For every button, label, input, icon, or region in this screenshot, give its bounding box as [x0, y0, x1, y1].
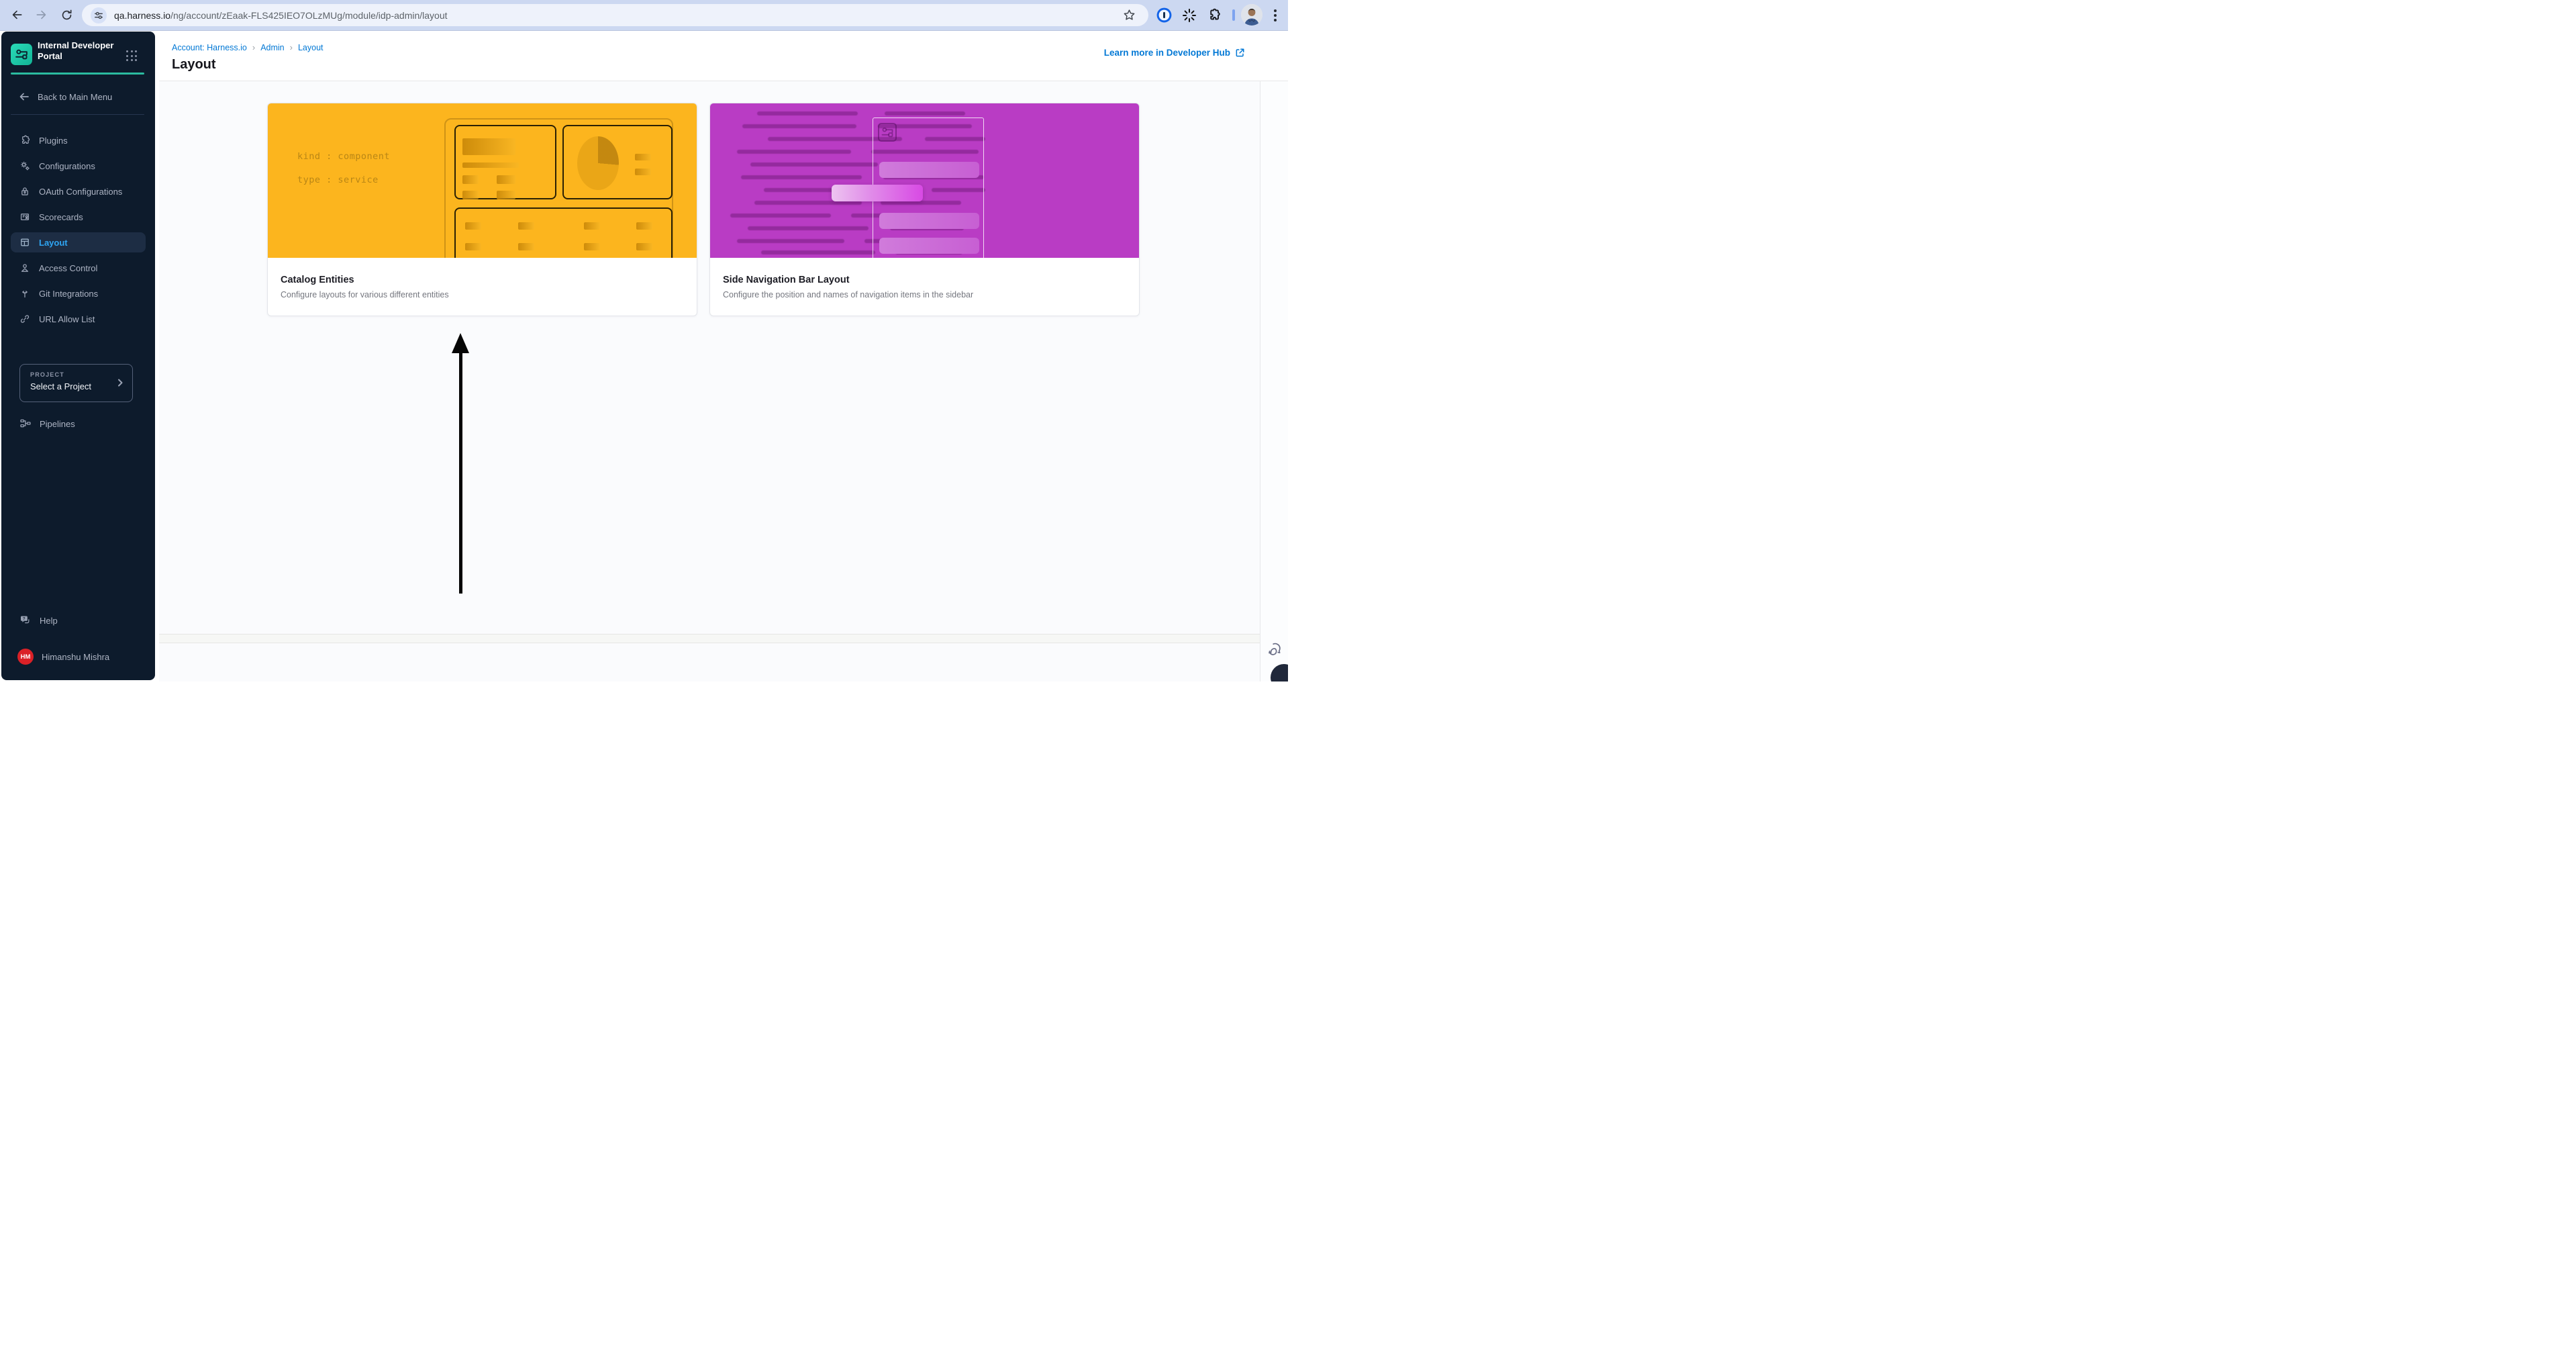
- project-value: Select a Project: [30, 381, 92, 391]
- nav-item-placeholder: [879, 238, 979, 254]
- sidebar-item-scorecards[interactable]: Scorecards: [11, 207, 146, 227]
- card-catalog-entities[interactable]: kind : component type : service Catalog …: [267, 103, 697, 316]
- external-link-icon: [1236, 48, 1244, 57]
- breadcrumb-admin-link[interactable]: Admin: [260, 43, 284, 52]
- harness-idp-logo[interactable]: [11, 44, 32, 65]
- nav-item-placeholder: [879, 213, 979, 229]
- nav-item-placeholder: [879, 162, 979, 178]
- sidebar-item-label: Pipelines: [40, 418, 75, 429]
- svg-text:?: ?: [23, 616, 26, 621]
- browser-toolbar: qa.harness.io/ng/account/zEaak-FLS425IEO…: [0, 0, 1288, 31]
- catalog-illustration: kind : component type : service: [268, 103, 697, 258]
- browser-profile-avatar[interactable]: [1241, 4, 1262, 26]
- link-icon: [19, 314, 30, 324]
- nav-item-placeholder-dragged: [832, 185, 923, 201]
- teal-divider: [11, 73, 144, 75]
- learn-more-link[interactable]: Learn more in Developer Hub: [1104, 48, 1245, 58]
- lock-icon: [19, 186, 30, 197]
- user-avatar: HM: [17, 649, 34, 665]
- user-item[interactable]: HM Himanshu Mishra: [11, 647, 109, 667]
- wireframe-card-right: [562, 125, 673, 199]
- person-icon: [19, 263, 30, 273]
- help-item[interactable]: ? Help: [11, 610, 58, 630]
- chevron-right-icon: [115, 377, 126, 388]
- sidebar-item-label: Access Control: [39, 263, 98, 273]
- git-branch-icon: [19, 288, 30, 299]
- sidebar-item-pipelines[interactable]: Pipelines: [11, 414, 75, 434]
- wireframe-card-left: [454, 125, 556, 199]
- gears-icon: [19, 160, 30, 171]
- sidebar-wireframe-logo: [878, 123, 897, 142]
- sidebar-item-label: Git Integrations: [39, 288, 99, 299]
- help-chat-icon: ?: [19, 614, 32, 626]
- wireframe-table: [454, 207, 673, 258]
- sidebar-item-access-control[interactable]: Access Control: [11, 258, 146, 278]
- page-title: Layout: [172, 57, 216, 72]
- catalog-code-line-1: kind : component: [297, 151, 391, 162]
- product-title: Internal Developer Portal: [38, 40, 114, 61]
- back-to-main-menu-label: Back to Main Menu: [38, 91, 113, 102]
- sidenav-illustration: [710, 103, 1139, 258]
- card-description: Configure layouts for various different …: [281, 290, 449, 299]
- apps-grid-icon[interactable]: [126, 50, 138, 62]
- site-settings-icon[interactable]: [91, 7, 107, 23]
- sidebar: Internal Developer Portal Back to Main M…: [1, 32, 155, 680]
- breadcrumb-separator: ›: [289, 42, 293, 52]
- catalog-code-line-2: type : service: [297, 175, 379, 185]
- extension-1password-icon[interactable]: [1154, 5, 1174, 25]
- arrow-left-icon: [19, 91, 30, 102]
- sidebar-item-label: Scorecards: [39, 211, 83, 222]
- back-to-main-menu[interactable]: Back to Main Menu: [11, 89, 112, 105]
- sidebar-item-label: URL Allow List: [39, 314, 95, 324]
- layout-icon: [19, 237, 30, 248]
- learn-more-label: Learn more in Developer Hub: [1103, 48, 1230, 58]
- forward-button[interactable]: [30, 3, 53, 26]
- sidebar-item-label: Plugins: [39, 135, 68, 146]
- pie-chart-shape: [577, 136, 619, 190]
- footer-band: [159, 634, 1260, 643]
- sidebar-item-label: OAuth Configurations: [39, 186, 123, 197]
- card-title: Side Navigation Bar Layout: [723, 275, 850, 285]
- plugin-icon: [19, 135, 30, 146]
- back-button[interactable]: [5, 3, 28, 26]
- sidebar-item-url-allow-list[interactable]: URL Allow List: [11, 309, 146, 329]
- project-selector[interactable]: PROJECT Select a Project: [19, 364, 133, 402]
- user-name: Himanshu Mishra: [42, 651, 110, 662]
- reload-button[interactable]: [55, 3, 78, 26]
- browser-window: qa.harness.io/ng/account/zEaak-FLS425IEO…: [0, 0, 1288, 682]
- breadcrumb-account-link[interactable]: Account: Harness.io: [172, 43, 247, 52]
- browser-menu-button[interactable]: [1269, 5, 1282, 25]
- right-rail: [1260, 81, 1288, 682]
- scorecard-icon: [19, 211, 30, 222]
- breadcrumb: Account: Harness.io › Admin › Layout: [172, 42, 324, 52]
- sidebar-item-layout[interactable]: Layout: [11, 232, 146, 252]
- sidebar-item-configurations[interactable]: Configurations: [11, 156, 146, 176]
- bookmark-star-icon[interactable]: [1122, 8, 1136, 22]
- card-description: Configure the position and names of navi…: [723, 290, 974, 299]
- breadcrumb-current-link[interactable]: Layout: [298, 43, 324, 52]
- sidebar-item-oauth-configurations[interactable]: OAuth Configurations: [11, 181, 146, 201]
- corner-widget[interactable]: [1271, 664, 1288, 682]
- sidebar-item-git-integrations[interactable]: Git Integrations: [11, 283, 146, 303]
- card-title: Catalog Entities: [281, 275, 354, 285]
- extension-burst-icon[interactable]: [1179, 5, 1199, 25]
- pipelines-icon: [19, 418, 32, 430]
- breadcrumb-separator: ›: [252, 42, 256, 52]
- annotation-arrow-up: [452, 333, 469, 594]
- content-area: kind : component type : service Catalog …: [159, 81, 1260, 682]
- card-side-navigation-layout[interactable]: Side Navigation Bar Layout Configure the…: [709, 103, 1140, 316]
- sidebar-item-plugins[interactable]: Plugins: [11, 130, 146, 150]
- help-label: Help: [40, 615, 58, 626]
- url-text: qa.harness.io/ng/account/zEaak-FLS425IEO…: [114, 9, 448, 21]
- sidebar-divider: [11, 114, 144, 115]
- chat-bubbles-icon[interactable]: [1266, 640, 1283, 657]
- project-label: PROJECT: [30, 371, 64, 378]
- sidebar-item-label: Configurations: [39, 160, 95, 171]
- url-bar[interactable]: qa.harness.io/ng/account/zEaak-FLS425IEO…: [82, 4, 1148, 26]
- tab-group-indicator: [1232, 9, 1235, 21]
- page-header: Account: Harness.io › Admin › Layout Lay…: [159, 30, 1288, 81]
- sidebar-item-label: Layout: [39, 237, 68, 248]
- extensions-puzzle-icon[interactable]: [1204, 5, 1224, 25]
